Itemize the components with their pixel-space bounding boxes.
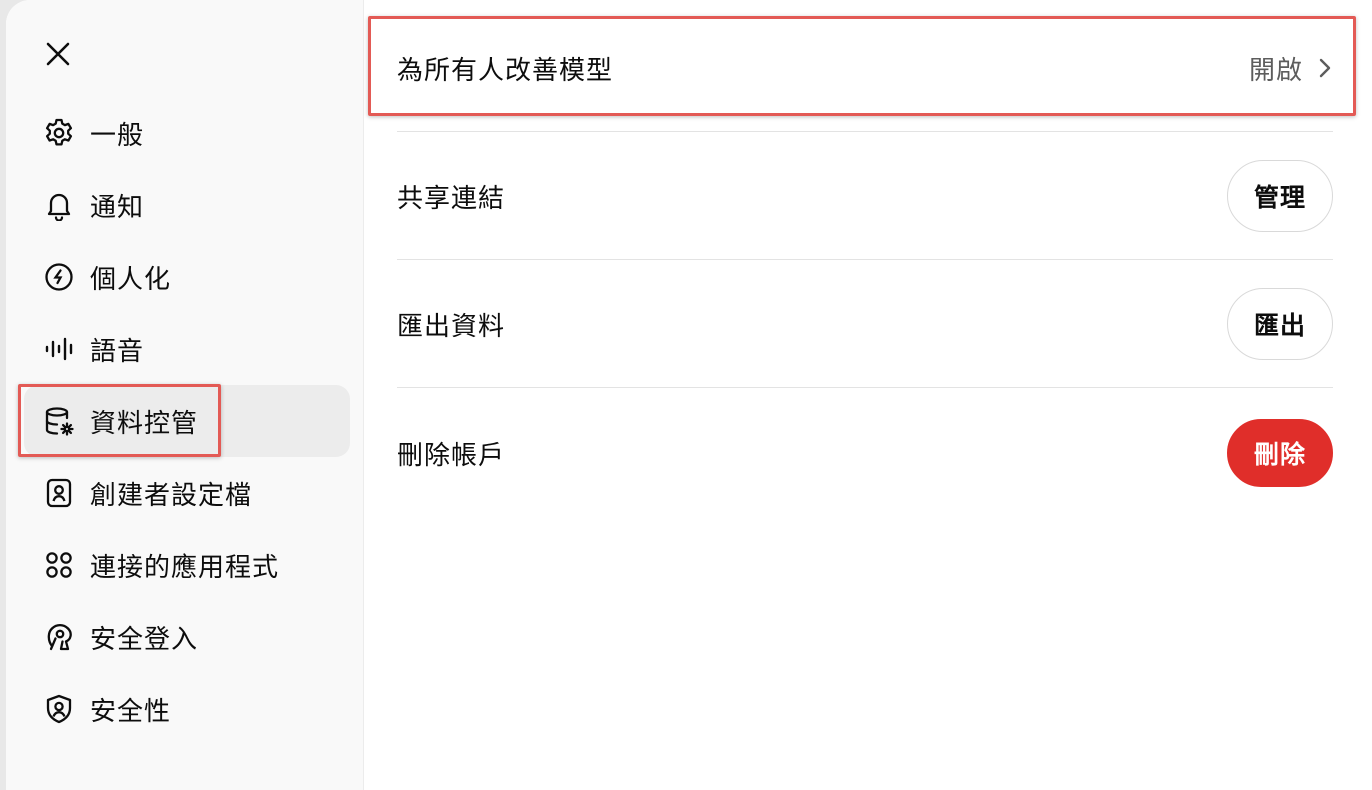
apps-icon [42, 548, 76, 582]
export-button[interactable]: 匯出 [1227, 288, 1333, 360]
sidebar-item-personalization[interactable]: 個人化 [24, 241, 350, 313]
close-button[interactable] [42, 38, 74, 70]
delete-button[interactable]: 刪除 [1227, 419, 1333, 487]
export-data-label: 匯出資料 [397, 311, 506, 342]
improve-model-value-link[interactable]: 開啟 [1249, 50, 1333, 87]
shield-user-icon [42, 692, 76, 726]
settings-dialog: 一般 通知 個人化 語音 資料控管 創建者設定檔 連接的應用程式 安全登入 安全… [6, 0, 1372, 790]
divider [397, 259, 1333, 260]
sidebar-item-label: 創建者設定檔 [90, 480, 253, 511]
sidebar-item-label: 一般 [90, 120, 145, 151]
delete-account-row: 刪除帳戶 刪除 [397, 418, 1333, 488]
sidebar-item-secure-login[interactable]: 安全登入 [24, 601, 350, 673]
delete-account-label: 刪除帳戶 [397, 440, 506, 471]
sidebar-item-label: 通知 [90, 192, 145, 223]
improve-model-label: 為所有人改善模型 [397, 55, 614, 86]
keyhole-icon [42, 620, 76, 654]
export-data-row: 匯出資料 匯出 [397, 288, 1333, 360]
waveform-icon [42, 332, 76, 366]
divider [397, 387, 1333, 388]
sidebar-item-label: 語音 [90, 336, 145, 367]
bell-icon [42, 188, 76, 222]
sidebar-item-connected-apps[interactable]: 連接的應用程式 [24, 529, 350, 601]
shared-links-label: 共享連結 [397, 183, 506, 214]
sidebar-item-label: 安全性 [90, 696, 172, 727]
sidebar-item-label: 個人化 [90, 264, 172, 295]
sidebar-item-builder-profile[interactable]: 創建者設定檔 [24, 457, 350, 529]
chevron-right-icon [1319, 58, 1331, 78]
sidebar-item-general[interactable]: 一般 [24, 97, 350, 169]
data-controls-panel: 為所有人改善模型 開啟 共享連結 管理 匯出資料 匯出 刪除帳戶 刪除 [365, 0, 1372, 790]
shared-links-row: 共享連結 管理 [397, 160, 1333, 232]
database-gear-icon [42, 404, 76, 438]
sidebar-item-notifications[interactable]: 通知 [24, 169, 350, 241]
improve-model-row[interactable]: 為所有人改善模型 開啟 [397, 22, 1333, 114]
settings-sidebar: 一般 通知 個人化 語音 資料控管 創建者設定檔 連接的應用程式 安全登入 安全… [6, 0, 364, 790]
sidebar-item-security[interactable]: 安全性 [24, 673, 350, 745]
close-icon [46, 42, 70, 66]
sidebar-item-label: 資料控管 [90, 408, 199, 439]
gear-icon [42, 116, 76, 150]
manage-button[interactable]: 管理 [1227, 160, 1333, 232]
sidebar-item-speech[interactable]: 語音 [24, 313, 350, 385]
id-badge-icon [42, 476, 76, 510]
sidebar-item-label: 安全登入 [90, 624, 199, 655]
personalization-icon [42, 260, 76, 294]
sidebar-item-label: 連接的應用程式 [90, 552, 280, 583]
improve-model-value: 開啟 [1248, 55, 1303, 86]
divider [397, 131, 1333, 132]
sidebar-item-data-controls[interactable]: 資料控管 [24, 385, 350, 457]
